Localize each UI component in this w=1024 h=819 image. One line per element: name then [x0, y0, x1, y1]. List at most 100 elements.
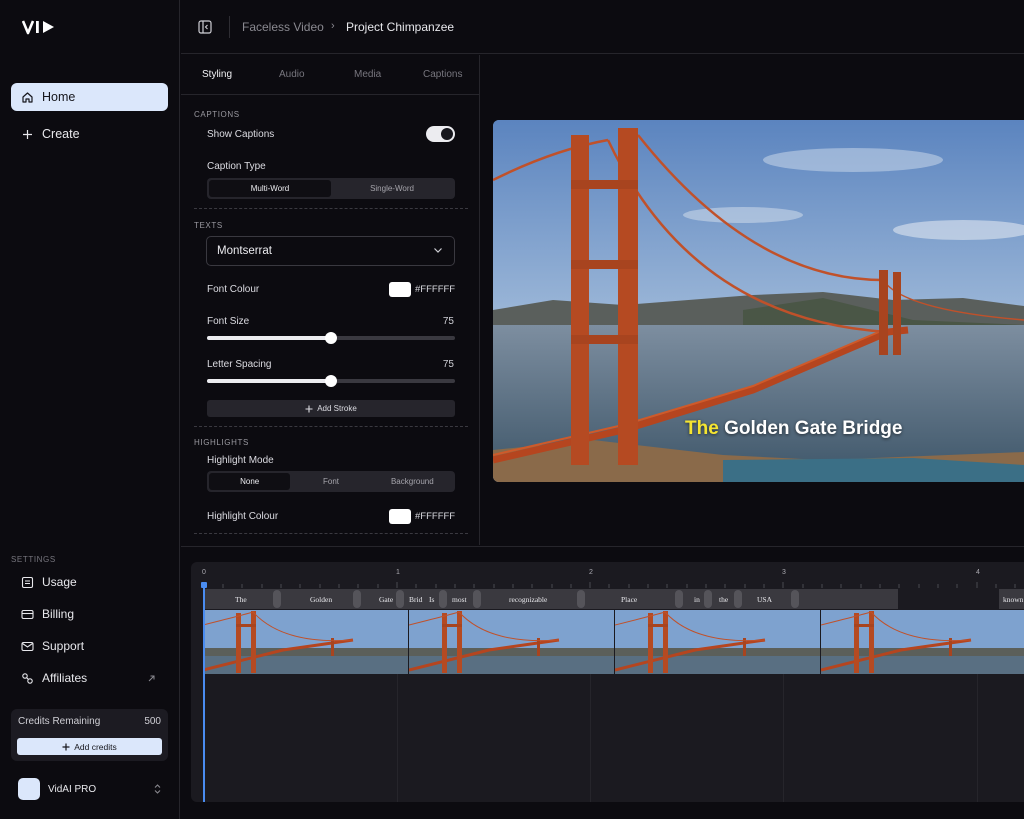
nav-affiliates-label: Affiliates	[42, 671, 88, 685]
timeline-gridline	[977, 674, 978, 802]
tab-audio[interactable]: Audio	[279, 69, 305, 80]
section-divider	[194, 533, 468, 534]
nav-home-label: Home	[42, 90, 76, 104]
highlight-mode-none[interactable]: None	[209, 473, 291, 490]
font-size-slider[interactable]	[207, 332, 455, 344]
word-gap-handle[interactable]	[439, 590, 447, 608]
word-gap-handle[interactable]	[704, 590, 712, 608]
video-thumbnail	[821, 610, 1024, 674]
video-thumbnail	[615, 610, 820, 674]
credits-label: Credits Remaining	[18, 716, 101, 727]
caption-type-label: Caption Type	[207, 161, 266, 172]
nav-create[interactable]: Create	[11, 120, 168, 148]
add-credits-button[interactable]: Add credits	[17, 738, 162, 755]
nav-usage-label: Usage	[42, 575, 77, 589]
caption-word[interactable]: Place	[621, 595, 637, 604]
breadcrumb-parent[interactable]: Faceless Video	[242, 20, 324, 34]
video-thumbnail	[203, 610, 408, 674]
word-gap-handle[interactable]	[473, 590, 481, 608]
sidebar-toggle-icon[interactable]	[198, 20, 212, 34]
caption-word[interactable]: in	[694, 595, 700, 604]
chevron-down-icon	[434, 248, 442, 253]
slider-thumb[interactable]	[325, 332, 337, 344]
timeline-tick: 1	[396, 569, 400, 576]
slider-fill	[207, 379, 331, 383]
font-size-label: Font Size	[207, 316, 250, 327]
caption-word[interactable]: recognizable	[509, 595, 547, 604]
caption-word[interactable]: Gate	[379, 595, 393, 604]
add-stroke-button[interactable]: Add Stroke	[207, 400, 455, 417]
credits-value: 500	[144, 716, 161, 727]
caption-word[interactable]: the	[719, 595, 728, 604]
caption-word[interactable]: The	[235, 595, 247, 604]
caption-word-track[interactable]: The Golden Gate Brid Is most recognizabl…	[203, 589, 1024, 609]
caption-word[interactable]: known	[1003, 595, 1023, 604]
highlight-mode-background[interactable]: Background	[372, 473, 453, 490]
slider-fill	[207, 336, 331, 340]
timeline[interactable]: 0 1 2 3 4 The Golden Gate Brid Is most r…	[191, 562, 1024, 802]
top-bar: Faceless Video › Project Chimpanzee	[181, 0, 1024, 54]
timeline-tick: 0	[202, 569, 206, 576]
word-gap-handle[interactable]	[577, 590, 585, 608]
playhead-handle[interactable]	[201, 582, 207, 588]
section-divider	[194, 426, 468, 427]
caption-word[interactable]: most	[452, 595, 467, 604]
letter-spacing-slider[interactable]	[207, 375, 455, 387]
caption-highlight-word: The	[685, 418, 719, 439]
vidai-logo[interactable]	[22, 19, 56, 35]
nav-support-label: Support	[42, 639, 85, 653]
breadcrumb-separator-icon: ›	[331, 20, 335, 32]
timeline-gridline	[590, 674, 591, 802]
highlight-mode-font[interactable]: Font	[290, 473, 371, 490]
timeline-tick: 3	[782, 569, 786, 576]
nav-billing[interactable]: Billing	[11, 601, 168, 627]
nav-create-label: Create	[42, 127, 80, 141]
word-gap-handle[interactable]	[675, 590, 683, 608]
nav-usage[interactable]: Usage	[11, 569, 168, 595]
video-thumbnail	[409, 610, 614, 674]
caption-type-multi-word[interactable]: Multi-Word	[209, 180, 331, 197]
external-link-icon	[148, 675, 155, 681]
font-family-select[interactable]: Montserrat	[206, 236, 455, 266]
highlight-colour-hex: #FFFFFF	[415, 511, 456, 522]
sidebar: Home Create SETTINGS Usage Billing Suppo…	[0, 0, 180, 819]
font-colour-label: Font Colour	[207, 284, 260, 295]
caption-word[interactable]: Is	[429, 595, 434, 604]
caption-word[interactable]: Golden	[310, 595, 332, 604]
plus-icon	[21, 128, 34, 141]
tab-styling[interactable]: Styling	[202, 69, 232, 80]
affiliates-icon	[21, 672, 34, 685]
nav-home[interactable]: Home	[11, 83, 168, 111]
timeline-gridline	[783, 674, 784, 802]
caption-word[interactable]: Brid	[409, 595, 422, 604]
timeline-tick: 4	[976, 569, 980, 576]
show-captions-toggle[interactable]	[426, 126, 455, 142]
toggle-knob	[441, 128, 453, 140]
caption-type-single-word[interactable]: Single-Word	[331, 180, 453, 197]
highlight-colour-swatch[interactable]	[389, 509, 411, 524]
font-colour-swatch[interactable]	[389, 282, 411, 297]
font-family-value: Montserrat	[217, 245, 272, 257]
word-gap-handle[interactable]	[353, 590, 361, 608]
letter-spacing-value: 75	[442, 359, 454, 370]
highlight-mode-label: Highlight Mode	[207, 455, 274, 466]
caption-word[interactable]: USA	[757, 595, 772, 604]
tab-media[interactable]: Media	[354, 69, 381, 80]
account-switcher[interactable]: VidAI PRO	[18, 777, 168, 801]
word-gap-handle[interactable]	[396, 590, 404, 608]
nav-affiliates[interactable]: Affiliates	[11, 665, 168, 691]
slider-thumb[interactable]	[325, 375, 337, 387]
styling-panel: Styling Audio Media Captions CAPTIONS Sh…	[181, 55, 480, 545]
word-gap-handle[interactable]	[273, 590, 281, 608]
word-gap-handle[interactable]	[791, 590, 799, 608]
nav-support[interactable]: Support	[11, 633, 168, 659]
video-clip-track[interactable]	[203, 610, 1024, 674]
add-credits-label: Add credits	[74, 741, 117, 752]
tab-captions[interactable]: Captions	[423, 69, 462, 80]
avatar	[18, 778, 40, 800]
word-gap-handle[interactable]	[734, 590, 742, 608]
breadcrumb-current: Project Chimpanzee	[346, 20, 455, 34]
panel-tabs: Styling Audio Media Captions	[181, 55, 479, 95]
video-preview[interactable]: The Golden Gate Bridge	[493, 120, 1024, 482]
playhead[interactable]	[203, 582, 205, 802]
